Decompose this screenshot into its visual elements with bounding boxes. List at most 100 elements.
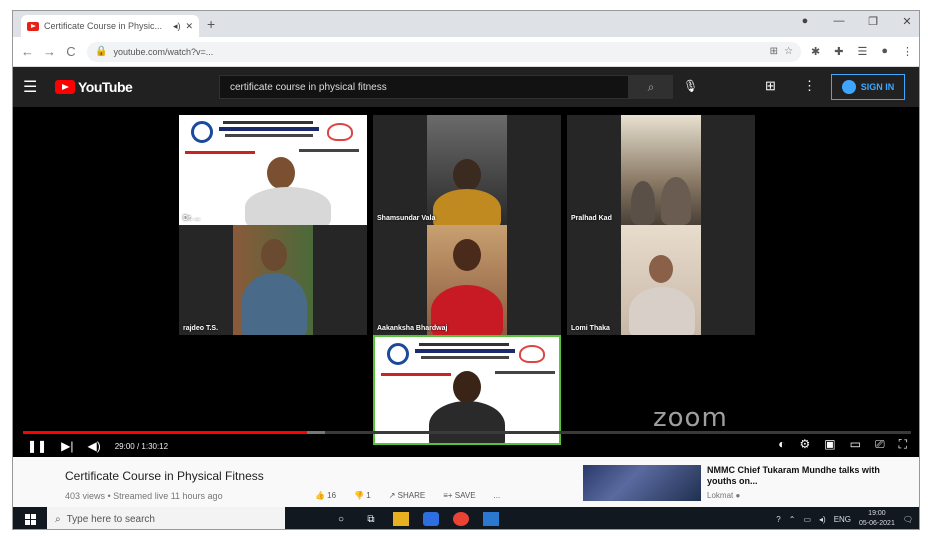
clock[interactable]: 19:00 05-06-2021	[859, 509, 895, 529]
like-button[interactable]: 👍 16	[315, 491, 336, 500]
youtube-favicon-icon	[27, 21, 39, 31]
tab-close-icon[interactable]: ✕	[185, 21, 193, 32]
youtube-logo[interactable]: YouTube	[55, 79, 133, 95]
participant-name: Dr. ...	[183, 215, 201, 222]
cortana-icon[interactable]: ○	[333, 512, 349, 526]
back-button[interactable]: ←	[21, 44, 34, 59]
settings-gear-icon[interactable]: ⚙	[800, 437, 811, 452]
zoom-app-icon[interactable]	[423, 512, 439, 526]
participant-name: rajdeo T.S.	[183, 325, 219, 332]
speaker-tray-icon[interactable]: ◂)	[819, 515, 826, 524]
participant-tile: Lomi Thaka	[567, 225, 755, 335]
participant-tile: Aakanksha Bhardwaj	[373, 225, 561, 335]
help-icon[interactable]: ?	[776, 515, 780, 524]
search-input[interactable]: certificate course in physical fitness	[219, 75, 629, 99]
event-banner-slide	[179, 115, 367, 225]
next-icon[interactable]: ▶|	[61, 439, 73, 453]
task-view-icon[interactable]: ⧉	[363, 512, 379, 526]
profile-icon[interactable]: ●	[799, 15, 811, 28]
forward-button[interactable]: →	[43, 44, 56, 59]
video-progress-bar[interactable]	[23, 431, 911, 434]
microphone-icon[interactable]: 🎙	[683, 79, 698, 93]
fullscreen-icon[interactable]: ⛶	[899, 437, 907, 452]
sign-in-label: SIGN IN	[860, 82, 895, 92]
network-icon[interactable]: ⌃	[789, 515, 796, 524]
install-icon[interactable]: ⊞	[770, 46, 778, 57]
pause-icon[interactable]: ❚❚	[27, 439, 47, 453]
more-actions-button[interactable]: ...	[494, 491, 501, 500]
participant-name: Shamsundar Vala	[377, 215, 436, 222]
youtube-masthead: ☰ YouTube certificate course in physical…	[13, 67, 919, 107]
reading-list-icon[interactable]: ☰	[857, 45, 867, 58]
college-logo-icon	[387, 343, 409, 365]
speaker-icon[interactable]: ◂)	[173, 21, 181, 32]
taskbar-apps: ○ ⧉	[333, 512, 499, 526]
bookmark-star-icon[interactable]: ☆	[784, 46, 793, 57]
minimize-icon[interactable]: —	[833, 15, 845, 28]
windows-logo-icon	[24, 513, 36, 525]
browser-tab-strip: Certificate Course in Physic... ◂) ✕ + ●…	[13, 11, 919, 37]
zoom-watermark: zoom	[653, 403, 728, 433]
apps-grid-icon[interactable]: ⊞	[765, 78, 776, 94]
account-icon	[841, 80, 856, 94]
avatar-icon[interactable]: ●	[881, 45, 888, 58]
hamburger-menu-icon[interactable]: ☰	[23, 77, 47, 97]
event-banner-slide	[375, 337, 559, 443]
notifications-icon[interactable]: 🗨	[903, 515, 913, 524]
address-bar[interactable]: 🔒 youtube.com/watch?v=... ⊞ ☆	[87, 41, 802, 62]
window-controls: ● — ❐ ✕	[799, 15, 913, 28]
participant-name: Pralhad Kad	[571, 215, 612, 222]
participant-tile: Pralhad Kad	[567, 115, 755, 225]
windows-taskbar: ⌕ Type here to search ○ ⧉ ? ⌃ ▭ ◂) ENG 1…	[13, 507, 919, 529]
reload-button[interactable]: C	[65, 44, 77, 59]
played-bar	[23, 431, 308, 434]
battery-icon[interactable]: ▭	[803, 515, 811, 524]
seal-icon	[519, 345, 545, 363]
youtube-logo-text: YouTube	[78, 79, 133, 95]
search-icon: ⌕	[55, 513, 61, 525]
extension-icon[interactable]: ✱	[811, 45, 820, 58]
video-info: Certificate Course in Physical Fitness 4…	[13, 457, 919, 507]
restore-icon[interactable]: ❐	[867, 15, 879, 28]
lock-icon: 🔒	[95, 46, 108, 57]
puzzle-icon[interactable]: ✚	[834, 45, 843, 58]
college-logo-icon	[191, 121, 213, 143]
video-meta: 403 views • Streamed live 11 hours ago	[65, 491, 223, 501]
browser-tab[interactable]: Certificate Course in Physic... ◂) ✕	[21, 15, 199, 37]
volume-icon[interactable]: ◀)	[87, 439, 100, 453]
system-tray: ? ⌃ ▭ ◂) ENG 19:00 05-06-2021 🗨	[776, 507, 913, 529]
recommended-channel: Lokmat ●	[707, 491, 741, 500]
browser-toolbar: ← → C 🔒 youtube.com/watch?v=... ⊞ ☆ ✱ ✚ …	[13, 37, 919, 67]
more-options-icon[interactable]: ⋮	[803, 78, 816, 94]
miniplayer-icon[interactable]: ▣	[824, 437, 835, 452]
close-icon[interactable]: ✕	[901, 15, 913, 28]
youtube-play-icon	[55, 80, 75, 94]
share-button[interactable]: ↗ SHARE	[389, 491, 426, 500]
word-icon[interactable]	[483, 512, 499, 526]
theater-mode-icon[interactable]: ▭	[850, 437, 861, 452]
url-text: youtube.com/watch?v=...	[113, 46, 214, 57]
dislike-button[interactable]: 👎 1	[354, 491, 371, 500]
recommended-video[interactable]: NMMC Chief Tukaram Mundhe talks with you…	[583, 465, 893, 505]
player-controls: ❚❚ ▶| ◀) 29:00 / 1:30:12 ◐ ⚙ ▣ ▭ ⎚ ⛶	[13, 435, 919, 457]
autoplay-toggle-icon[interactable]: ◐	[778, 437, 785, 452]
sign-in-button[interactable]: SIGN IN	[831, 74, 905, 100]
save-button[interactable]: ≡+ SAVE	[443, 491, 475, 500]
seal-icon	[327, 123, 353, 141]
new-tab-button[interactable]: +	[207, 17, 215, 31]
menu-icon[interactable]: ⋮	[902, 45, 913, 58]
file-explorer-icon[interactable]	[393, 512, 409, 526]
recommended-thumbnail[interactable]	[583, 465, 701, 501]
tab-title: Certificate Course in Physic...	[44, 21, 163, 31]
screen: Certificate Course in Physic... ◂) ✕ + ●…	[12, 10, 920, 530]
language-indicator[interactable]: ENG	[834, 515, 851, 524]
recommended-title: NMMC Chief Tukaram Mundhe talks with you…	[707, 465, 880, 486]
start-button[interactable]	[13, 507, 47, 529]
cast-icon[interactable]: ⎚	[875, 437, 885, 452]
extensions: ✱ ✚ ☰ ● ⋮	[811, 45, 913, 58]
taskbar-search[interactable]: ⌕ Type here to search	[47, 507, 285, 529]
player-right-controls: ◐ ⚙ ▣ ▭ ⎚ ⛶	[778, 437, 907, 452]
search-button[interactable]: ⌕	[629, 75, 673, 99]
video-player[interactable]: Dr. ... Shamsundar Vala Pralhad Kad rajd…	[13, 107, 919, 449]
chrome-icon[interactable]	[453, 512, 469, 526]
